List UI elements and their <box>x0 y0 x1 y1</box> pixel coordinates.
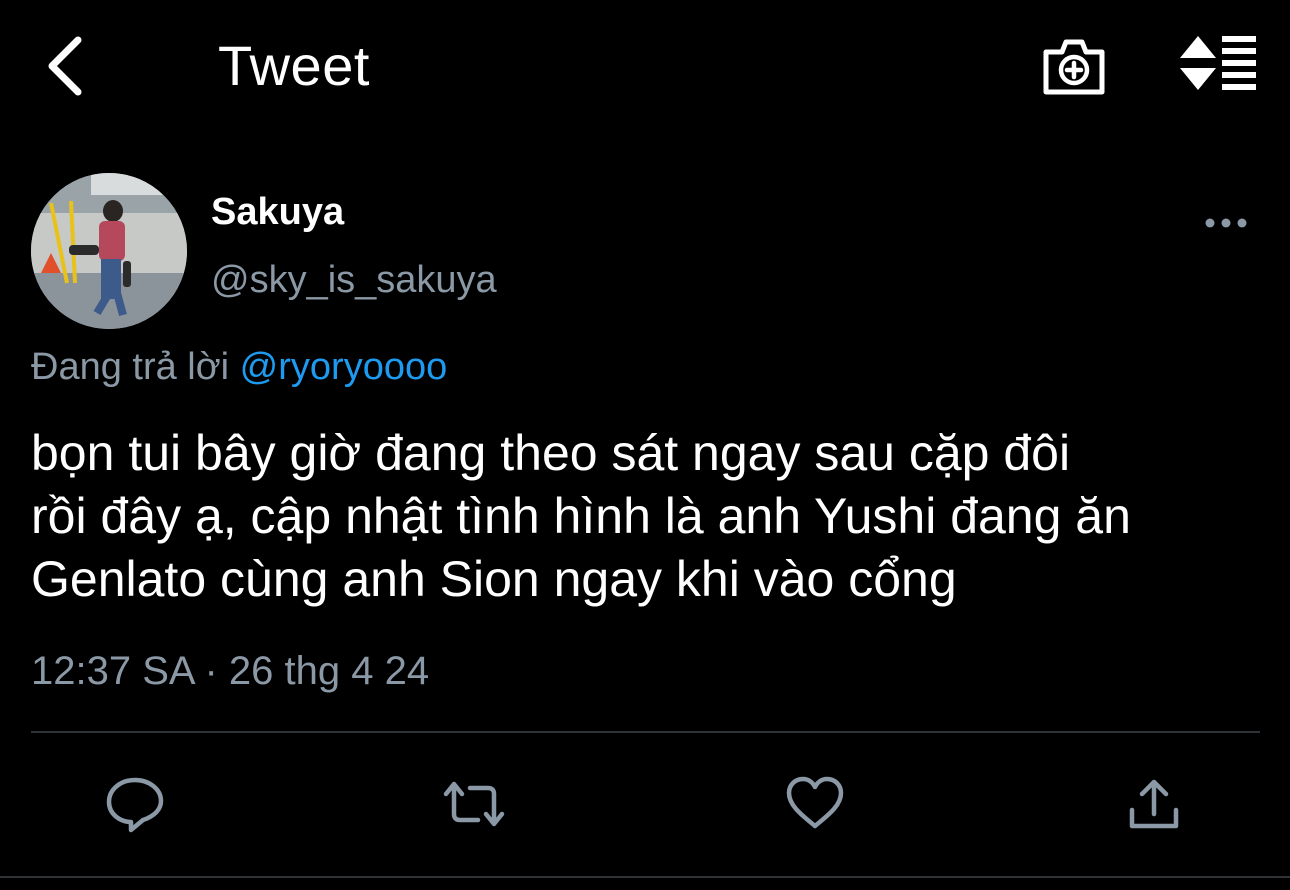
avatar-photo <box>31 173 187 329</box>
heart-icon <box>786 776 844 829</box>
avatar[interactable] <box>31 173 187 329</box>
tweet-timestamp[interactable]: 12:37 SA · 26 thg 4 24 <box>31 648 429 694</box>
more-options-button[interactable] <box>1204 208 1248 238</box>
replying-to: Đang trả lời @ryoryoooo <box>31 344 447 390</box>
retweet-button[interactable] <box>442 772 506 836</box>
like-button[interactable] <box>783 772 847 836</box>
camera-plus-icon <box>1043 39 1105 95</box>
divider <box>0 876 1290 878</box>
sort-arrows-icon <box>1180 36 1256 90</box>
author-handle[interactable]: @sky_is_sakuya <box>211 258 497 302</box>
camera-button[interactable] <box>1040 36 1108 98</box>
chevron-left-icon <box>48 36 82 96</box>
reply-icon <box>106 777 164 833</box>
share-icon <box>1129 779 1179 829</box>
top-bar: Tweet <box>0 0 1290 130</box>
tweet-text-line: Genlato cùng anh Sion ngay khi vào cổng <box>31 551 957 607</box>
retweet-icon <box>443 781 505 827</box>
back-button[interactable] <box>40 34 96 98</box>
page-title: Tweet <box>218 34 370 97</box>
share-button[interactable] <box>1122 772 1186 836</box>
sort-button[interactable] <box>1176 34 1260 94</box>
reply-button[interactable] <box>103 772 167 836</box>
more-horizontal-icon <box>1205 218 1247 228</box>
mention-link[interactable]: @ryoryoooo <box>240 346 448 388</box>
author-display-name[interactable]: Sakuya <box>211 190 344 234</box>
replying-to-label: Đang trả lời <box>31 346 230 388</box>
tweet-body: bọn tui bây giờ đang theo sát ngay sau c… <box>31 422 1281 611</box>
divider <box>31 731 1260 733</box>
tweet-text-line: rồi đây ạ, cập nhật tình hình là anh Yus… <box>31 488 1131 544</box>
tweet-text-line: bọn tui bây giờ đang theo sát ngay sau c… <box>31 425 1071 481</box>
